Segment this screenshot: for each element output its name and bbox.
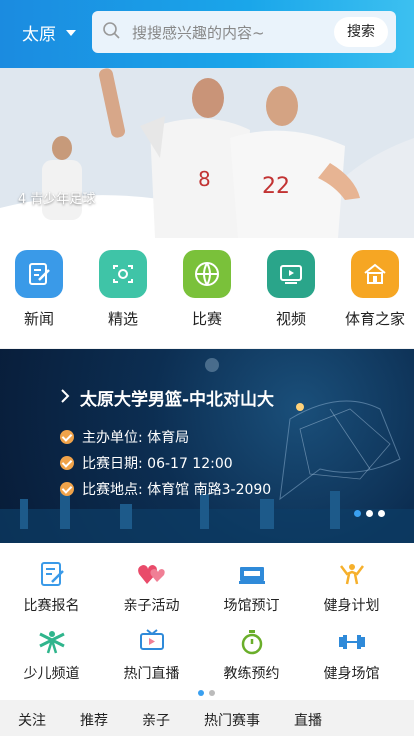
category-news[interactable]: 新闻 [4, 250, 74, 329]
event-title: 太原大学男篮-中北对山大 [80, 390, 275, 410]
city-selector[interactable]: 太原 [22, 20, 76, 45]
category-label: 精选 [107, 310, 138, 328]
camera-icon [99, 250, 147, 298]
service-label: 教练预约 [223, 666, 280, 682]
live-tv-icon [137, 627, 167, 657]
category-video[interactable]: 视频 [256, 250, 326, 329]
hero-photo: 8 22 [0, 68, 414, 238]
service-venue-booking[interactable]: 场馆预订 [200, 559, 303, 615]
news-icon [15, 250, 63, 298]
category-matches[interactable]: 比赛 [172, 250, 242, 329]
venue-icon [237, 559, 267, 589]
video-icon [267, 250, 315, 298]
dumbbell-icon [337, 627, 367, 657]
check-icon [60, 456, 74, 470]
jersey-number-right: 22 [262, 174, 290, 199]
service-coach-booking[interactable]: 教练预约 [200, 627, 303, 683]
check-icon [60, 482, 74, 496]
event-organizer: 主办单位: 体育局 [60, 427, 189, 447]
check-icon [60, 430, 74, 444]
feed-tabs: 关注 推荐 亲子 热门赛事 直播 [0, 706, 414, 736]
signup-icon [37, 559, 67, 589]
category-label: 体育之家 [344, 310, 405, 328]
service-label: 热门直播 [123, 666, 180, 682]
top-bar: 太原 搜搜感兴趣的内容~ 搜索 [0, 0, 414, 68]
service-label: 健身场馆 [323, 666, 380, 682]
service-label: 少儿频道 [23, 666, 80, 682]
hearts-icon [137, 559, 167, 589]
category-label: 新闻 [23, 310, 54, 328]
service-parent-child[interactable]: 亲子活动 [100, 559, 203, 615]
service-label: 场馆预订 [223, 598, 280, 614]
tab-hot-events[interactable]: 热门赛事 [204, 706, 260, 736]
kids-icon [37, 627, 67, 657]
service-fitness-plan[interactable]: 健身计划 [300, 559, 403, 615]
service-label: 亲子活动 [123, 598, 180, 614]
service-gym[interactable]: 健身场馆 [300, 627, 403, 683]
services-pagination[interactable] [198, 690, 215, 696]
search-input[interactable]: 搜搜感兴趣的内容~ [132, 22, 265, 43]
event-date: 比赛日期: 06-17 12:00 [60, 453, 233, 473]
services-grid: 比赛报名 亲子活动 场馆预订 健身计划 少儿频道 热门直播 教练预约 健身场馆 [0, 543, 414, 700]
event-location-text: 比赛地点: 体育馆 南路3-2090 [82, 482, 272, 498]
tab-recommend[interactable]: 推荐 [80, 706, 108, 736]
category-sports-home[interactable]: 体育之家 [340, 250, 410, 329]
category-label: 比赛 [191, 310, 222, 328]
category-row: 新闻 精选 比赛 视频 体育之家 [0, 238, 414, 348]
hero-banner[interactable]: 8 22 4 青少年足球 [0, 68, 414, 238]
chevron-down-icon [66, 29, 76, 36]
search-button[interactable]: 搜索 [334, 17, 388, 47]
service-label: 比赛报名 [23, 598, 80, 614]
event-banner[interactable]: 太原大学男篮-中北对山大 主办单位: 体育局 比赛日期: 06-17 12:00… [0, 349, 414, 543]
event-date-text: 比赛日期: 06-17 12:00 [82, 456, 233, 472]
service-kids[interactable]: 少儿频道 [0, 627, 103, 683]
search-bar[interactable]: 搜搜感兴趣的内容~ 搜索 [92, 11, 396, 53]
service-label: 健身计划 [323, 598, 380, 614]
service-live[interactable]: 热门直播 [100, 627, 203, 683]
city-label: 太原 [22, 25, 56, 45]
category-featured[interactable]: 精选 [88, 250, 158, 329]
hero-caption: 4 青少年足球 [18, 192, 96, 207]
search-icon [103, 22, 120, 39]
tab-live[interactable]: 直播 [294, 706, 322, 736]
category-label: 视频 [275, 310, 306, 328]
tab-parent-child[interactable]: 亲子 [142, 706, 170, 736]
service-signup[interactable]: 比赛报名 [0, 559, 103, 615]
stopwatch-icon [237, 627, 267, 657]
tab-follow[interactable]: 关注 [18, 706, 46, 736]
jersey-number-left: 8 [198, 167, 211, 191]
basketball-icon [183, 250, 231, 298]
fitness-plan-icon [337, 559, 367, 589]
banner-pagination[interactable] [354, 510, 385, 517]
event-location: 比赛地点: 体育馆 南路3-2090 [60, 479, 271, 499]
event-organizer-text: 主办单位: 体育局 [82, 430, 190, 446]
home-icon [351, 250, 399, 298]
chevron-right-icon [61, 389, 70, 403]
